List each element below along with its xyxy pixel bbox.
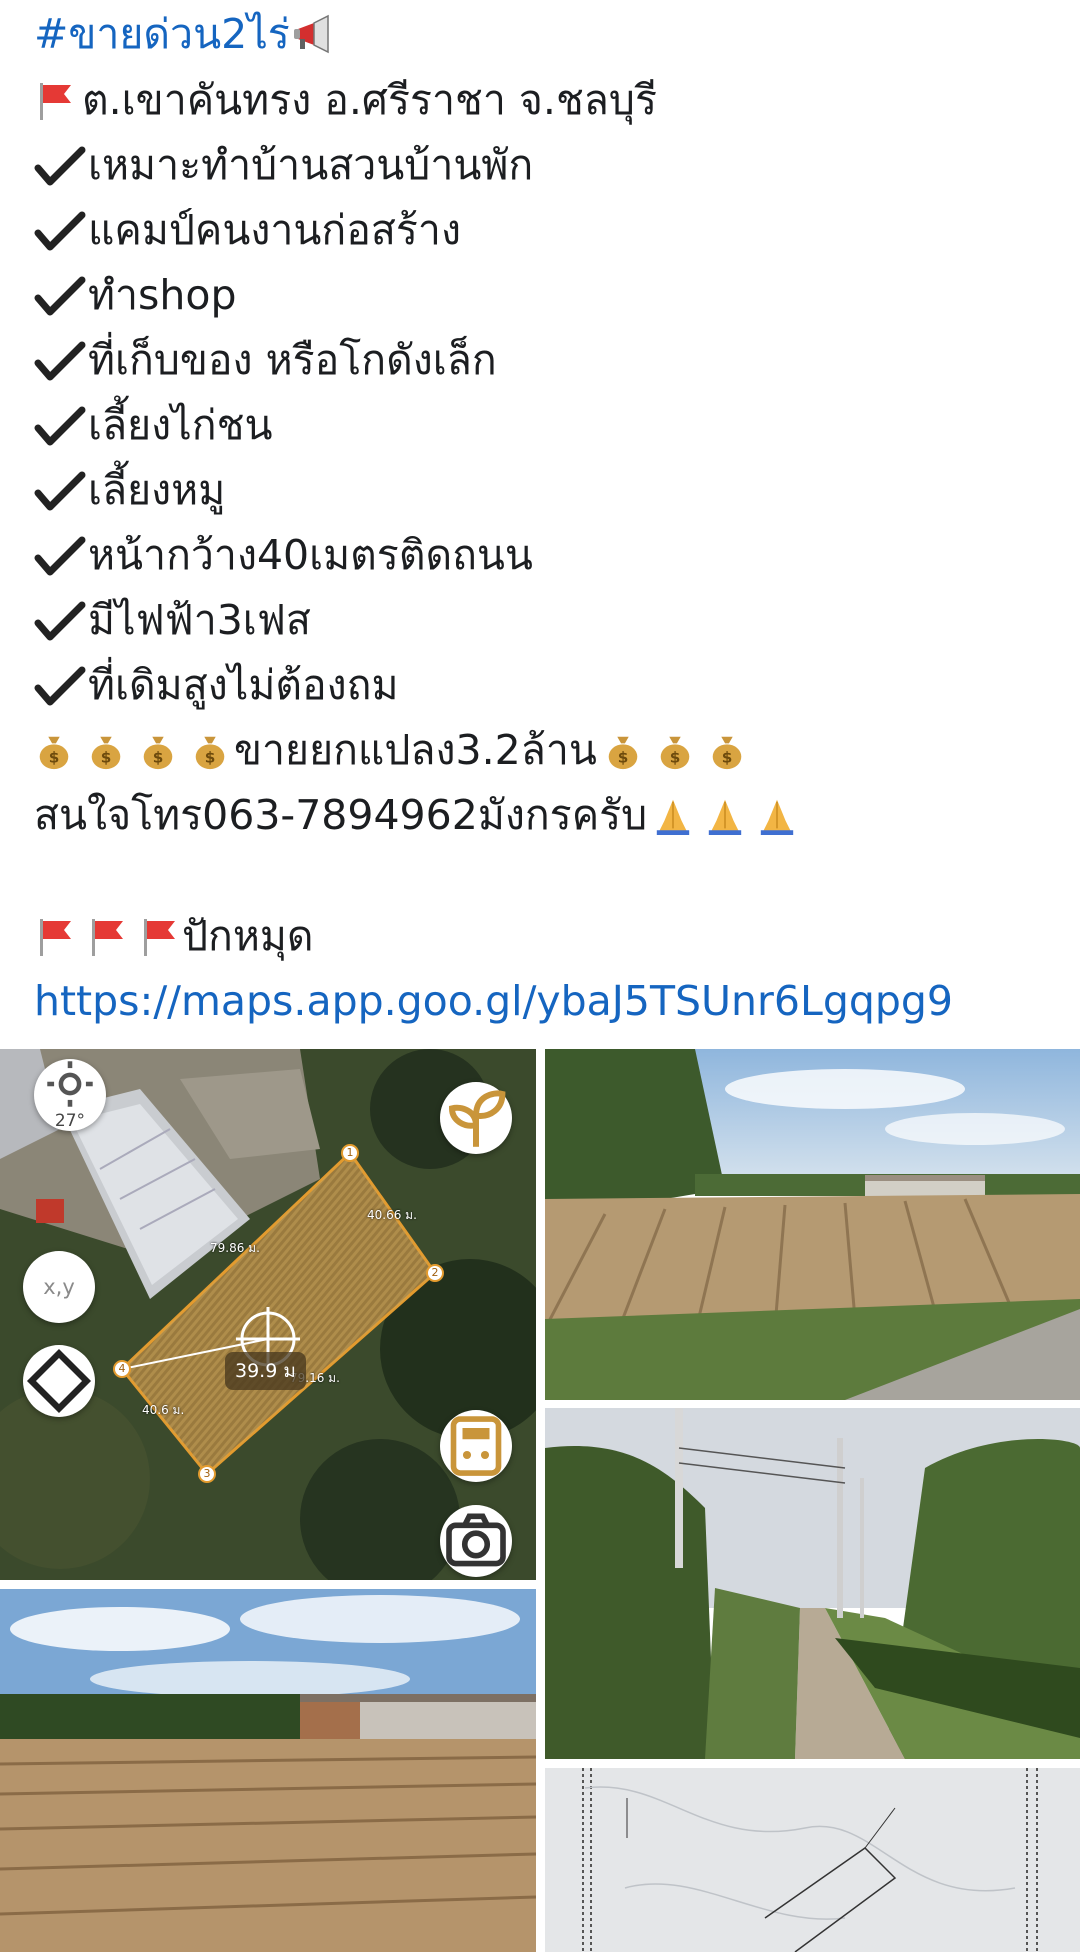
feature-item: ที่เก็บของ หรือโกดังเล็ก [34,328,1054,393]
feature-text: เหมาะทำบ้านสวนบ้านพัก [88,141,534,189]
red-flag-icon [144,918,175,956]
check-mark-icon [34,211,86,250]
check-mark-icon [34,471,86,510]
svg-text:$: $ [101,748,112,766]
feature-text: ทำshop [88,271,237,319]
check-mark-icon [34,666,86,705]
money-bag-icon: $ [608,736,638,769]
feature-item: ที่เดิมสูงไม่ต้องถม [34,653,1054,718]
location-text: ต.เขาคันทรง อ.ศรีราชา จ.ชลบุรี [82,76,657,124]
feature-item: หน้ากว้าง40เมตรติดถนน [34,523,1054,588]
road-powerline-image [545,1408,1080,1759]
money-bag-icon: $ [195,736,225,769]
satellite-map-photo[interactable]: 1 2 3 4 40.66 ม. 79.86 ม. 79.16 ม. 40.6 … [0,1049,536,1580]
photo-grid: 1 2 3 4 40.66 ม. 79.86 ม. 79.16 ม. 40.6 … [0,1049,1080,1952]
red-flag-icon [40,82,71,120]
side-length-label: 40.66 ม. [367,1208,417,1222]
folded-hands-icon [760,799,794,835]
money-bag-icon: $ [39,736,69,769]
plot-corner-marker[interactable]: 2 [426,1264,444,1282]
post-body: #ขายด่วน2ไร่ ต.เขาคันทรง อ.ศรีราชา จ.ชลบ… [34,0,1054,1034]
money-bag-icon: $ [143,736,173,769]
camera-icon [446,1513,506,1567]
field-warehouse-image [545,1049,1080,1400]
hashtag-line: #ขายด่วน2ไร่ [34,0,1054,68]
feature-text: หน้ากว้าง40เมตรติดถนน [88,531,533,579]
check-mark-icon [34,536,86,575]
temperature-label: 27° [54,1111,86,1131]
price-text: ขายยกแปลง3.2ล้าน [234,726,597,774]
side-length-label: 40.6 ม. [142,1403,185,1417]
feature-text: เลี้ยงหมู [88,466,226,514]
measure-shape-button[interactable] [23,1345,95,1417]
feature-text: มีไฟฟ้า3เฟส [88,596,311,644]
feature-text: เลี้ยงไก่ชน [88,401,273,449]
polygon-icon [26,1348,92,1414]
coordinates-button[interactable]: x,y [23,1251,95,1323]
weather-button[interactable]: 27° [34,1059,106,1131]
feature-item: เลี้ยงหมู [34,458,1054,523]
feature-text: ที่เดิมสูงไม่ต้องถม [88,661,399,709]
camera-button[interactable] [440,1505,512,1577]
tilled-field-photo[interactable] [0,1589,536,1952]
check-mark-icon [34,276,86,315]
survey-plan-image [545,1768,1080,1952]
svg-text:$: $ [153,748,164,766]
check-mark-icon [34,601,86,640]
check-mark-icon [34,406,86,445]
map-link[interactable]: https://maps.app.goo.gl/ybaJ5TSUnr6Lgqpg… [34,969,953,1034]
plant-layer-button[interactable] [440,1082,512,1154]
feature-item: ทำshop [34,263,1054,328]
feature-item: เลี้ยงไก่ชน [34,393,1054,458]
price-line: $ $ $ $ ขายยกแปลง3.2ล้าน $ $ $ [34,718,1054,783]
survey-plan-photo[interactable] [545,1768,1080,1952]
feature-item: เหมาะทำบ้านสวนบ้านพัก [34,133,1054,198]
folded-hands-icon [656,799,690,835]
red-flag-icon [92,918,123,956]
pin-text: ปักหมุด [182,912,314,960]
feature-text: ที่เก็บของ หรือโกดังเล็ก [88,336,497,384]
sun-icon [47,1061,93,1107]
money-bag-icon: $ [660,736,690,769]
tilled-field-image [0,1589,536,1952]
svg-text:$: $ [49,748,60,766]
plot-corner-marker[interactable]: 3 [198,1465,216,1483]
check-mark-icon [34,146,86,185]
coordinates-label: x,y [43,1275,75,1299]
money-bag-icon: $ [712,736,742,769]
calculator-icon [450,1416,502,1476]
feature-text: แคมป์คนงานก่อสร้าง [88,206,461,254]
contact-line: สนใจโทร063-7894962มังกรครับ [34,783,1054,848]
feature-item: แคมป์คนงานก่อสร้าง [34,198,1054,263]
feature-item: มีไฟฟ้า3เฟส [34,588,1054,653]
contact-text: สนใจโทร063-7894962มังกรครับ [34,791,648,839]
plot-corner-marker[interactable]: 4 [113,1360,131,1378]
svg-text:$: $ [618,748,629,766]
pin-line: ปักหมุด [34,904,1054,969]
red-flag-icon [40,918,71,956]
hashtag-link[interactable]: #ขายด่วน2ไร่ [34,2,290,67]
svg-text:$: $ [670,748,681,766]
area-readout: 39.9 ม [225,1352,306,1390]
field-photo[interactable] [545,1049,1080,1400]
sprout-icon [448,1090,506,1147]
location-line: ต.เขาคันทรง อ.ศรีราชา จ.ชลบุรี [34,68,1054,133]
plot-corner-marker[interactable]: 1 [341,1144,359,1162]
svg-text:$: $ [205,748,216,766]
folded-hands-icon [708,799,742,835]
money-bag-icon: $ [91,736,121,769]
calculator-button[interactable] [440,1410,512,1482]
road-photo[interactable] [545,1408,1080,1759]
map-link-line: https://maps.app.goo.gl/ybaJ5TSUnr6Lgqpg… [34,969,1054,1034]
svg-text:$: $ [722,748,733,766]
check-mark-icon [34,341,86,380]
side-length-label: 79.86 ม. [210,1241,260,1255]
megaphone-icon [293,14,329,54]
